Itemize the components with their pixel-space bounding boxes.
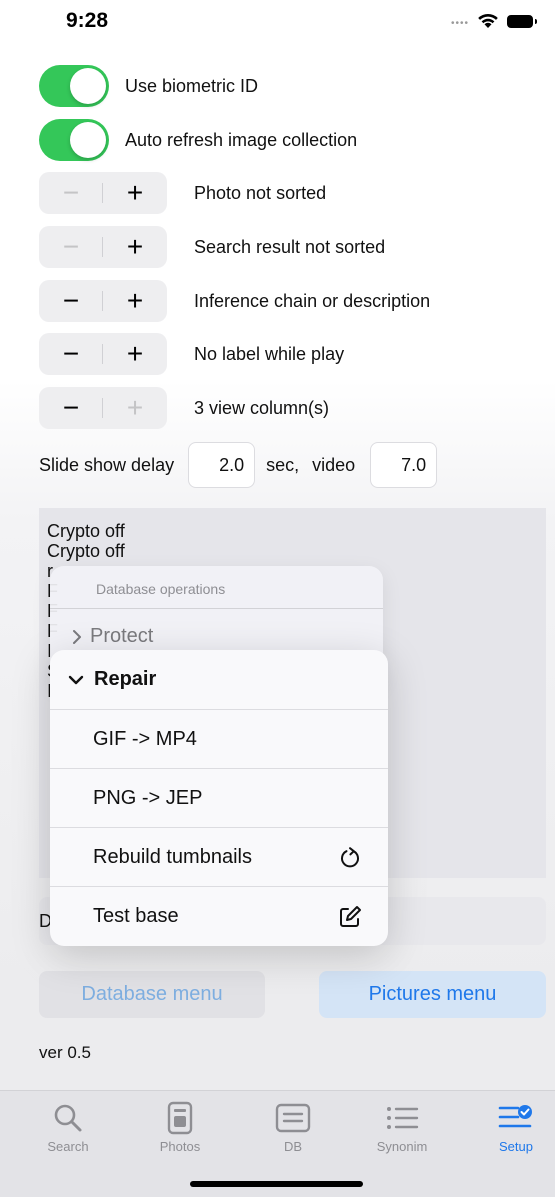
slide-show-delay-label: Slide show delay xyxy=(39,454,175,475)
label-play-label: No label while play xyxy=(194,343,345,364)
magnifier-icon xyxy=(23,1101,113,1135)
decrement-button[interactable]: − xyxy=(39,172,103,214)
repair-submenu-header[interactable]: Repair xyxy=(50,650,388,709)
tab-label: Setup xyxy=(499,1139,533,1154)
status-bar: 9:28 •••• xyxy=(0,0,555,44)
protect-label: Protect xyxy=(90,625,154,647)
setup-icon xyxy=(471,1101,555,1135)
list-icon xyxy=(357,1101,447,1135)
menu-divider xyxy=(50,608,383,609)
decrement-button[interactable]: − xyxy=(39,280,103,322)
chevron-down-icon xyxy=(68,675,84,684)
photo-sort-stepper: − + xyxy=(39,172,167,214)
toggle-knob xyxy=(70,122,106,158)
rebuild-thumbnails-item[interactable]: Rebuild tumbnails xyxy=(50,828,388,887)
chevron-right-icon xyxy=(73,629,81,644)
battery-icon xyxy=(507,14,537,28)
rotate-icon xyxy=(338,846,362,870)
increment-button[interactable]: + xyxy=(103,172,167,214)
stepper-divider xyxy=(102,237,103,257)
compose-icon xyxy=(338,905,362,929)
slide-delay-field[interactable]: 2.0 xyxy=(188,442,256,488)
stepper-divider xyxy=(102,183,103,203)
search-sort-stepper-row: − + Search result not sorted xyxy=(39,226,539,268)
tab-photos[interactable]: Photos xyxy=(135,1101,225,1154)
stepper-divider xyxy=(102,398,103,418)
repair-label: Repair xyxy=(94,668,157,690)
repair-submenu: Repair GIF -> MP4 PNG -> JEP Rebuild tum… xyxy=(50,650,388,946)
inference-label: Inference chain or description xyxy=(194,290,431,311)
increment-button[interactable]: + xyxy=(103,280,167,322)
inference-stepper: − + xyxy=(39,280,167,322)
tab-synonim[interactable]: Synonim xyxy=(357,1101,447,1154)
video-label: video xyxy=(312,454,356,475)
signal-icon: •••• xyxy=(450,17,469,29)
menu-item-label: PNG -> JEP xyxy=(93,787,203,809)
biometric-toggle-row: Use biometric ID xyxy=(39,65,519,107)
search-sort-stepper: − + xyxy=(39,226,167,268)
png-to-jep-item[interactable]: PNG -> JEP xyxy=(50,769,388,828)
label-play-stepper-row: − + No label while play xyxy=(39,333,539,375)
toggle-knob xyxy=(70,68,106,104)
biometric-toggle[interactable] xyxy=(39,65,109,107)
photo-sort-label: Photo not sorted xyxy=(194,182,327,203)
tab-label: DB xyxy=(283,1139,303,1154)
log-line: Crypto off xyxy=(47,541,125,561)
decrement-button[interactable]: − xyxy=(39,387,103,429)
columns-stepper-row: − + 3 view column(s) xyxy=(39,387,539,429)
decrement-button[interactable]: − xyxy=(39,333,103,375)
protect-submenu[interactable]: Protect xyxy=(72,625,153,648)
menu-item-label: Rebuild tumbnails xyxy=(93,846,252,868)
tab-setup[interactable]: Setup xyxy=(471,1101,555,1154)
tab-label: Synonim xyxy=(376,1139,428,1154)
stepper-divider xyxy=(102,344,103,364)
auto-refresh-toggle[interactable] xyxy=(39,119,109,161)
increment-button[interactable]: + xyxy=(103,226,167,268)
auto-refresh-toggle-label: Auto refresh image collection xyxy=(125,129,358,150)
decrement-button[interactable]: − xyxy=(39,226,103,268)
home-indicator xyxy=(190,1181,363,1187)
slide-show-delay-row: Slide show delay 2.0 sec, video 7.0 xyxy=(39,441,499,489)
columns-stepper: − + xyxy=(39,387,167,429)
label-play-stepper: − + xyxy=(39,333,167,375)
pictures-menu-button[interactable]: Pictures menu xyxy=(319,971,546,1018)
version-label: ver 0.5 xyxy=(39,1043,91,1062)
video-delay-field[interactable]: 7.0 xyxy=(370,442,438,488)
menu-header: Database operations xyxy=(96,581,226,597)
columns-label: 3 view column(s) xyxy=(194,397,330,418)
database-menu-button[interactable]: Database menu xyxy=(39,971,265,1018)
tab-db[interactable]: DB xyxy=(248,1101,338,1154)
search-sort-label: Search result not sorted xyxy=(194,236,386,257)
tab-label: Search xyxy=(47,1139,89,1154)
inference-stepper-row: − + Inference chain or description xyxy=(39,280,539,322)
photos-icon xyxy=(135,1101,225,1135)
status-indicators: •••• xyxy=(450,13,537,29)
tab-search[interactable]: Search xyxy=(23,1101,113,1154)
auto-refresh-toggle-row: Auto refresh image collection xyxy=(39,119,519,161)
tab-label: Photos xyxy=(159,1139,201,1154)
test-base-item[interactable]: Test base xyxy=(50,887,388,946)
db-icon xyxy=(248,1101,338,1135)
status-time: 9:28 xyxy=(66,9,109,32)
photo-sort-stepper-row: − + Photo not sorted xyxy=(39,172,539,214)
stepper-divider xyxy=(102,291,103,311)
biometric-toggle-label: Use biometric ID xyxy=(125,75,259,96)
increment-button[interactable]: + xyxy=(103,333,167,375)
menu-item-label: Test base xyxy=(93,905,179,927)
gif-to-mp4-item[interactable]: GIF -> MP4 xyxy=(50,710,388,769)
sec-label: sec, xyxy=(266,454,300,475)
increment-button[interactable]: + xyxy=(103,387,167,429)
wifi-icon xyxy=(478,13,498,28)
log-line: Crypto off xyxy=(47,521,125,541)
menu-item-label: GIF -> MP4 xyxy=(93,728,197,750)
